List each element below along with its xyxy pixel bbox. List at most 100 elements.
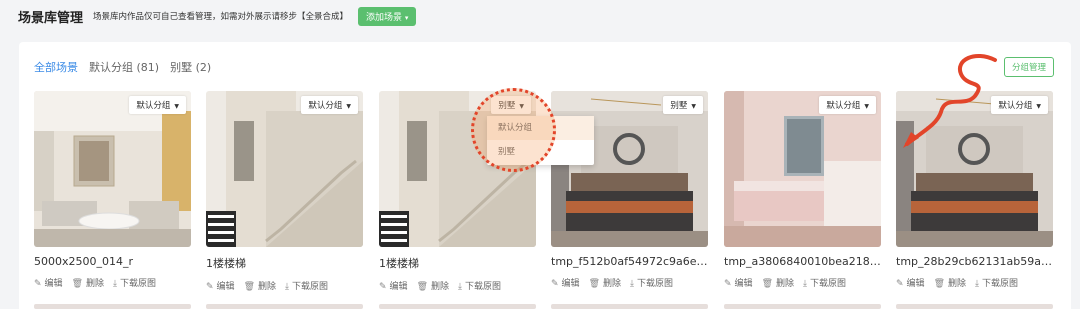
delete-label: 删除 — [948, 279, 967, 289]
filter-tabs: 全部场景 默认分组 (81) 别墅 (2) — [34, 59, 211, 75]
trash-icon: 🗑︎ — [416, 282, 428, 292]
filter-all[interactable]: 全部场景 — [34, 59, 78, 75]
card-actions: ✎ 编辑 🗑︎ 删除 ⤓ 下载原图 — [724, 276, 881, 289]
edit-label: 编辑 — [44, 279, 63, 289]
dropdown-option-villa[interactable]: 别墅 — [487, 140, 594, 164]
group-select-label: 默认分组 — [826, 101, 861, 111]
next-row-thumbnail[interactable] — [379, 304, 536, 309]
delete-label: 删除 — [86, 279, 105, 289]
delete-label: 删除 — [431, 282, 450, 292]
next-row-thumbnail[interactable] — [206, 304, 363, 309]
download-label: 下载原图 — [810, 279, 847, 289]
delete-button[interactable]: 🗑︎ 删除 — [589, 276, 621, 289]
download-label: 下载原图 — [982, 279, 1019, 289]
edit-label: 编辑 — [734, 279, 753, 289]
scene-image — [551, 91, 708, 247]
edit-button[interactable]: ✎ 编辑 — [551, 276, 580, 289]
download-button[interactable]: ⤓ 下载原图 — [803, 276, 846, 289]
caret-down-icon: ▼ — [691, 103, 696, 110]
edit-icon: ✎ — [379, 282, 387, 292]
scene-image — [724, 91, 881, 247]
delete-label: 删除 — [603, 279, 622, 289]
group-select[interactable]: 别墅 ▼ — [491, 96, 531, 114]
download-label: 下载原图 — [637, 279, 674, 289]
scene-thumbnail[interactable]: 别墅 ▼ — [551, 91, 708, 247]
add-scene-label: 添加场景 — [366, 12, 403, 23]
scene-card[interactable]: 默认分组 ▼ tmp_a3806840010bea218b6... ✎ 编辑 🗑︎ 删… — [724, 91, 881, 289]
filter-default-group[interactable]: 默认分组 (81) — [89, 59, 159, 75]
group-select[interactable]: 别墅 ▼ — [663, 96, 703, 114]
scene-thumbnail[interactable]: 默认分组 ▼ — [34, 91, 191, 247]
edit-icon: ✎ — [896, 279, 904, 289]
edit-icon: ✎ — [551, 279, 559, 289]
next-row-thumbnail[interactable] — [724, 304, 881, 309]
edit-label: 编辑 — [561, 279, 580, 289]
caret-down-icon: ▼ — [1036, 103, 1041, 110]
card-actions: ✎ 编辑 🗑︎ 删除 ⤓ 下载原图 — [379, 279, 536, 292]
edit-button[interactable]: ✎ 编辑 — [724, 276, 753, 289]
trash-icon: 🗑︎ — [761, 279, 773, 289]
next-row-thumbnail[interactable] — [896, 304, 1053, 309]
download-icon: ⤓ — [458, 282, 462, 292]
trash-icon: 🗑︎ — [588, 279, 600, 289]
scene-thumbnail[interactable]: 默认分组 ▼ — [206, 91, 363, 247]
download-label: 下载原图 — [292, 282, 329, 292]
download-icon: ⤓ — [285, 282, 289, 292]
page-hint: 场景库内作品仅可自己查看管理，如需对外展示请移步【全景合成】 — [93, 12, 349, 22]
delete-button[interactable]: 🗑︎ 删除 — [934, 276, 966, 289]
delete-button[interactable]: 🗑︎ 删除 — [417, 279, 449, 292]
scene-thumbnail[interactable]: 默认分组 ▼ — [724, 91, 881, 247]
dropdown-option-default-group[interactable]: 默认分组 — [487, 116, 594, 140]
trash-icon: 🗑︎ — [71, 279, 83, 289]
group-manage-button[interactable]: 分组管理 — [1003, 57, 1054, 77]
edit-button[interactable]: ✎ 编辑 — [34, 276, 63, 289]
group-select[interactable]: 默认分组 ▼ — [301, 96, 358, 114]
download-button[interactable]: ⤓ 下载原图 — [975, 276, 1018, 289]
scene-name: 1楼楼梯 — [206, 257, 246, 270]
next-row-thumbnail[interactable] — [551, 304, 708, 309]
scene-name: 5000x2500_014_r — [34, 255, 134, 268]
scene-card[interactable]: 默认分组 ▼ 1楼楼梯 ✎ 编辑 🗑︎ 删除 ⤓ 下载原图 — [206, 91, 363, 292]
page-title: 场景库管理 — [18, 10, 84, 26]
download-icon: ⤓ — [975, 279, 979, 289]
scene-image — [34, 91, 191, 247]
scene-card[interactable]: 默认分组 ▼ 5000x2500_014_r ✎ 编辑 🗑︎ 删除 ⤓ 下载原图 — [34, 91, 191, 289]
group-select[interactable]: 默认分组 ▼ — [129, 96, 186, 114]
download-label: 下载原图 — [120, 279, 157, 289]
download-label: 下载原图 — [465, 282, 502, 292]
group-select[interactable]: 默认分组 ▼ — [819, 96, 876, 114]
scene-image — [206, 91, 363, 247]
group-select-label: 默认分组 — [308, 101, 343, 111]
card-actions: ✎ 编辑 🗑︎ 删除 ⤓ 下载原图 — [551, 276, 708, 289]
caret-down-icon: ▾ — [404, 13, 409, 22]
download-button[interactable]: ⤓ 下载原图 — [630, 276, 673, 289]
group-select-label: 默认分组 — [136, 101, 171, 111]
edit-label: 编辑 — [216, 282, 235, 292]
add-scene-button[interactable]: 添加场景 ▾ — [358, 6, 417, 26]
download-button[interactable]: ⤓ 下载原图 — [113, 276, 156, 289]
edit-label: 编辑 — [906, 279, 925, 289]
scene-name: tmp_a3806840010bea218b6... — [724, 255, 881, 268]
edit-button[interactable]: ✎ 编辑 — [379, 279, 408, 292]
card-actions: ✎ 编辑 🗑︎ 删除 ⤓ 下载原图 — [34, 276, 191, 289]
download-icon: ⤓ — [113, 279, 117, 289]
filter-villa[interactable]: 别墅 (2) — [170, 59, 211, 75]
delete-label: 删除 — [258, 282, 277, 292]
download-button[interactable]: ⤓ 下载原图 — [285, 279, 328, 292]
download-button[interactable]: ⤓ 下载原图 — [458, 279, 501, 292]
group-dropdown-menu: 默认分组 别墅 — [487, 116, 594, 165]
top-bar: 场景库管理 场景库内作品仅可自己查看管理，如需对外展示请移步【全景合成】 添加场… — [0, 0, 1080, 32]
delete-button[interactable]: 🗑︎ 删除 — [72, 276, 104, 289]
caret-down-icon: ▼ — [174, 103, 179, 110]
delete-label: 删除 — [776, 279, 795, 289]
scene-name: 1楼楼梯 — [379, 257, 419, 270]
edit-button[interactable]: ✎ 编辑 — [206, 279, 235, 292]
trash-icon: 🗑︎ — [933, 279, 945, 289]
next-row-thumbnail[interactable] — [34, 304, 191, 309]
delete-button[interactable]: 🗑︎ 删除 — [762, 276, 794, 289]
scene-thumbnail[interactable]: 别墅 ▼ — [379, 91, 536, 247]
delete-button[interactable]: 🗑︎ 删除 — [244, 279, 276, 292]
edit-button[interactable]: ✎ 编辑 — [896, 276, 925, 289]
caret-down-icon: ▼ — [864, 103, 869, 110]
card-actions: ✎ 编辑 🗑︎ 删除 ⤓ 下载原图 — [896, 276, 1053, 289]
